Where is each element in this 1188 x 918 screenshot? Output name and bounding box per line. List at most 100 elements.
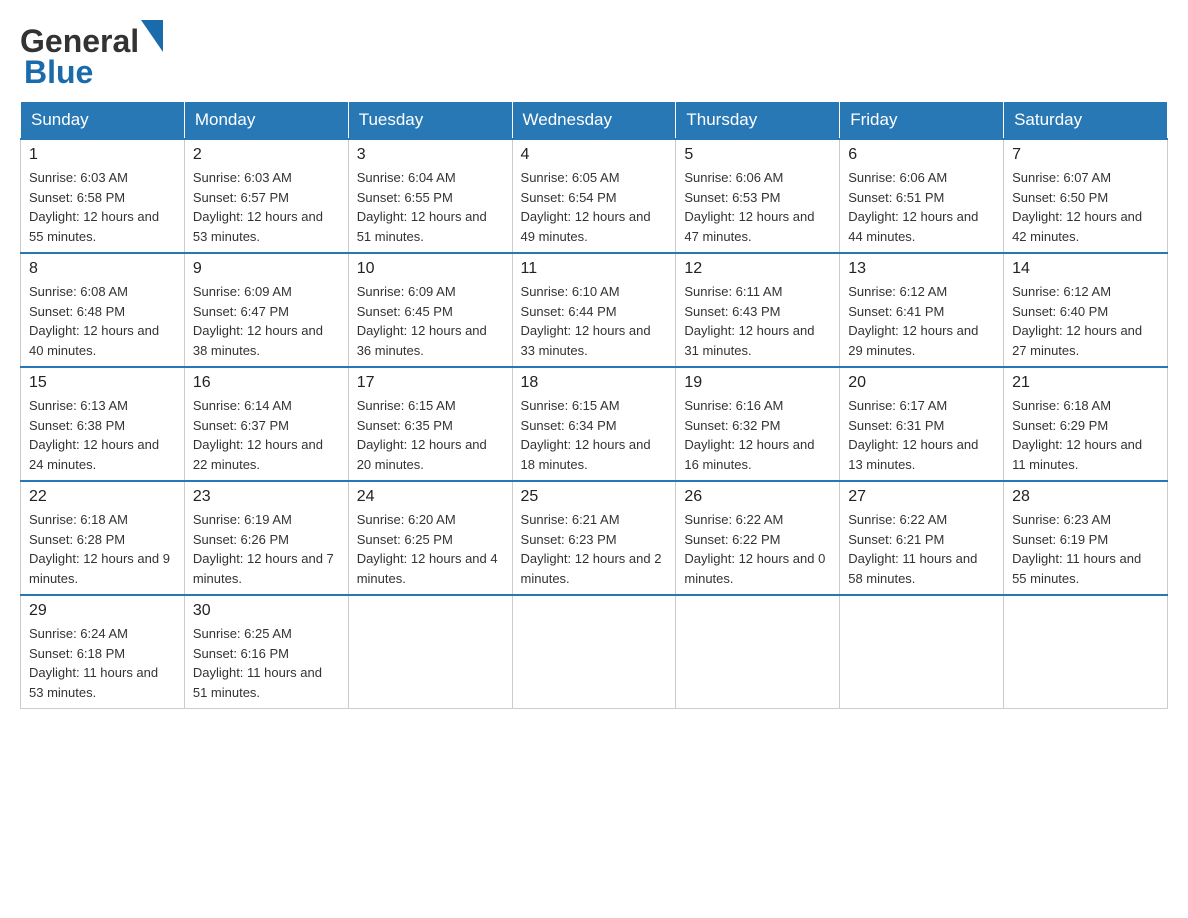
calendar-cell: 7 Sunrise: 6:07 AMSunset: 6:50 PMDayligh… [1004,139,1168,253]
day-number: 28 [1012,488,1159,506]
logo-icon [141,20,163,52]
day-info: Sunrise: 6:04 AMSunset: 6:55 PMDaylight:… [357,168,504,246]
day-number: 21 [1012,374,1159,392]
day-number: 23 [193,488,340,506]
day-number: 26 [684,488,831,506]
calendar-week-row: 1 Sunrise: 6:03 AMSunset: 6:58 PMDayligh… [21,139,1168,253]
day-info: Sunrise: 6:24 AMSunset: 6:18 PMDaylight:… [29,624,176,702]
calendar-cell: 10 Sunrise: 6:09 AMSunset: 6:45 PMDaylig… [348,253,512,367]
calendar-cell: 5 Sunrise: 6:06 AMSunset: 6:53 PMDayligh… [676,139,840,253]
day-info: Sunrise: 6:12 AMSunset: 6:41 PMDaylight:… [848,282,995,360]
day-number: 20 [848,374,995,392]
day-number: 27 [848,488,995,506]
calendar-cell: 29 Sunrise: 6:24 AMSunset: 6:18 PMDaylig… [21,595,185,709]
day-info: Sunrise: 6:03 AMSunset: 6:57 PMDaylight:… [193,168,340,246]
calendar-week-row: 22 Sunrise: 6:18 AMSunset: 6:28 PMDaylig… [21,481,1168,595]
day-number: 1 [29,146,176,164]
calendar-cell: 12 Sunrise: 6:11 AMSunset: 6:43 PMDaylig… [676,253,840,367]
day-info: Sunrise: 6:25 AMSunset: 6:16 PMDaylight:… [193,624,340,702]
day-info: Sunrise: 6:20 AMSunset: 6:25 PMDaylight:… [357,510,504,588]
day-info: Sunrise: 6:22 AMSunset: 6:22 PMDaylight:… [684,510,831,588]
day-number: 15 [29,374,176,392]
calendar-cell: 24 Sunrise: 6:20 AMSunset: 6:25 PMDaylig… [348,481,512,595]
day-of-week-header: Saturday [1004,102,1168,140]
day-number: 13 [848,260,995,278]
day-info: Sunrise: 6:13 AMSunset: 6:38 PMDaylight:… [29,396,176,474]
calendar-cell: 16 Sunrise: 6:14 AMSunset: 6:37 PMDaylig… [184,367,348,481]
calendar-cell: 15 Sunrise: 6:13 AMSunset: 6:38 PMDaylig… [21,367,185,481]
day-info: Sunrise: 6:09 AMSunset: 6:47 PMDaylight:… [193,282,340,360]
day-number: 10 [357,260,504,278]
calendar-week-row: 15 Sunrise: 6:13 AMSunset: 6:38 PMDaylig… [21,367,1168,481]
day-number: 30 [193,602,340,620]
day-number: 8 [29,260,176,278]
day-info: Sunrise: 6:14 AMSunset: 6:37 PMDaylight:… [193,396,340,474]
day-info: Sunrise: 6:06 AMSunset: 6:53 PMDaylight:… [684,168,831,246]
day-info: Sunrise: 6:05 AMSunset: 6:54 PMDaylight:… [521,168,668,246]
day-info: Sunrise: 6:06 AMSunset: 6:51 PMDaylight:… [848,168,995,246]
day-number: 17 [357,374,504,392]
calendar-cell: 17 Sunrise: 6:15 AMSunset: 6:35 PMDaylig… [348,367,512,481]
calendar-header-row: SundayMondayTuesdayWednesdayThursdayFrid… [21,102,1168,140]
day-info: Sunrise: 6:07 AMSunset: 6:50 PMDaylight:… [1012,168,1159,246]
day-number: 29 [29,602,176,620]
day-info: Sunrise: 6:03 AMSunset: 6:58 PMDaylight:… [29,168,176,246]
day-info: Sunrise: 6:15 AMSunset: 6:35 PMDaylight:… [357,396,504,474]
calendar-cell: 21 Sunrise: 6:18 AMSunset: 6:29 PMDaylig… [1004,367,1168,481]
day-info: Sunrise: 6:10 AMSunset: 6:44 PMDaylight:… [521,282,668,360]
calendar-cell: 14 Sunrise: 6:12 AMSunset: 6:40 PMDaylig… [1004,253,1168,367]
calendar-cell: 6 Sunrise: 6:06 AMSunset: 6:51 PMDayligh… [840,139,1004,253]
day-number: 7 [1012,146,1159,164]
calendar-cell: 18 Sunrise: 6:15 AMSunset: 6:34 PMDaylig… [512,367,676,481]
calendar-cell: 23 Sunrise: 6:19 AMSunset: 6:26 PMDaylig… [184,481,348,595]
calendar-cell: 28 Sunrise: 6:23 AMSunset: 6:19 PMDaylig… [1004,481,1168,595]
day-number: 5 [684,146,831,164]
day-of-week-header: Friday [840,102,1004,140]
calendar-cell: 11 Sunrise: 6:10 AMSunset: 6:44 PMDaylig… [512,253,676,367]
day-info: Sunrise: 6:18 AMSunset: 6:28 PMDaylight:… [29,510,176,588]
calendar-cell: 4 Sunrise: 6:05 AMSunset: 6:54 PMDayligh… [512,139,676,253]
day-info: Sunrise: 6:15 AMSunset: 6:34 PMDaylight:… [521,396,668,474]
day-info: Sunrise: 6:09 AMSunset: 6:45 PMDaylight:… [357,282,504,360]
calendar-week-row: 8 Sunrise: 6:08 AMSunset: 6:48 PMDayligh… [21,253,1168,367]
day-number: 6 [848,146,995,164]
calendar-cell [676,595,840,709]
calendar-table: SundayMondayTuesdayWednesdayThursdayFrid… [20,101,1168,709]
day-of-week-header: Wednesday [512,102,676,140]
logo: General Blue [20,20,163,91]
day-number: 12 [684,260,831,278]
calendar-cell: 9 Sunrise: 6:09 AMSunset: 6:47 PMDayligh… [184,253,348,367]
day-info: Sunrise: 6:12 AMSunset: 6:40 PMDaylight:… [1012,282,1159,360]
page-header: General Blue [20,20,1168,91]
day-info: Sunrise: 6:21 AMSunset: 6:23 PMDaylight:… [521,510,668,588]
day-of-week-header: Thursday [676,102,840,140]
day-number: 22 [29,488,176,506]
day-number: 14 [1012,260,1159,278]
day-number: 18 [521,374,668,392]
calendar-cell: 27 Sunrise: 6:22 AMSunset: 6:21 PMDaylig… [840,481,1004,595]
day-info: Sunrise: 6:11 AMSunset: 6:43 PMDaylight:… [684,282,831,360]
calendar-cell: 2 Sunrise: 6:03 AMSunset: 6:57 PMDayligh… [184,139,348,253]
day-of-week-header: Tuesday [348,102,512,140]
day-number: 24 [357,488,504,506]
day-number: 16 [193,374,340,392]
calendar-cell: 30 Sunrise: 6:25 AMSunset: 6:16 PMDaylig… [184,595,348,709]
calendar-cell: 22 Sunrise: 6:18 AMSunset: 6:28 PMDaylig… [21,481,185,595]
calendar-cell: 19 Sunrise: 6:16 AMSunset: 6:32 PMDaylig… [676,367,840,481]
calendar-cell: 26 Sunrise: 6:22 AMSunset: 6:22 PMDaylig… [676,481,840,595]
calendar-cell [1004,595,1168,709]
day-number: 9 [193,260,340,278]
day-info: Sunrise: 6:16 AMSunset: 6:32 PMDaylight:… [684,396,831,474]
day-number: 25 [521,488,668,506]
calendar-cell [512,595,676,709]
day-info: Sunrise: 6:19 AMSunset: 6:26 PMDaylight:… [193,510,340,588]
day-info: Sunrise: 6:23 AMSunset: 6:19 PMDaylight:… [1012,510,1159,588]
calendar-cell: 20 Sunrise: 6:17 AMSunset: 6:31 PMDaylig… [840,367,1004,481]
logo-blue-text: Blue [24,54,93,90]
day-of-week-header: Sunday [21,102,185,140]
calendar-week-row: 29 Sunrise: 6:24 AMSunset: 6:18 PMDaylig… [21,595,1168,709]
day-info: Sunrise: 6:18 AMSunset: 6:29 PMDaylight:… [1012,396,1159,474]
day-of-week-header: Monday [184,102,348,140]
day-info: Sunrise: 6:08 AMSunset: 6:48 PMDaylight:… [29,282,176,360]
day-info: Sunrise: 6:17 AMSunset: 6:31 PMDaylight:… [848,396,995,474]
